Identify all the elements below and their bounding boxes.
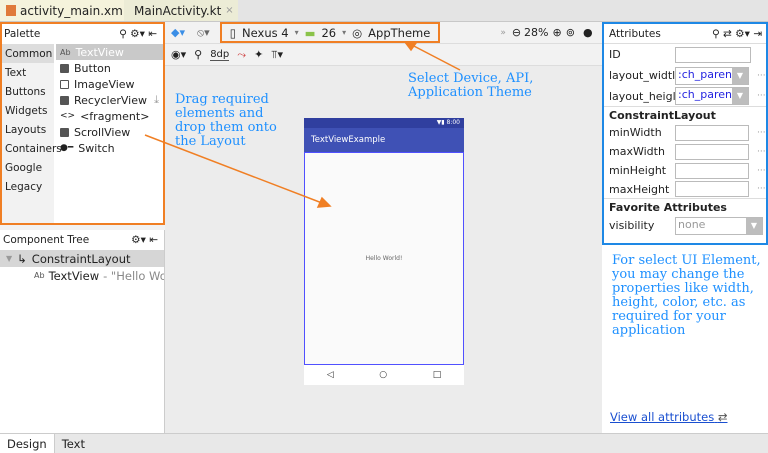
tab-design[interactable]: Design (0, 434, 55, 453)
annotation-arrows (144, 41, 461, 208)
arrow-to-layout (144, 134, 323, 204)
tab-text[interactable]: Text (55, 434, 92, 453)
bottom-tab-bar: Design Text (0, 433, 768, 453)
arrow-head (316, 196, 332, 208)
arrow-to-device-selector (409, 43, 461, 71)
arrow-head (403, 41, 418, 52)
